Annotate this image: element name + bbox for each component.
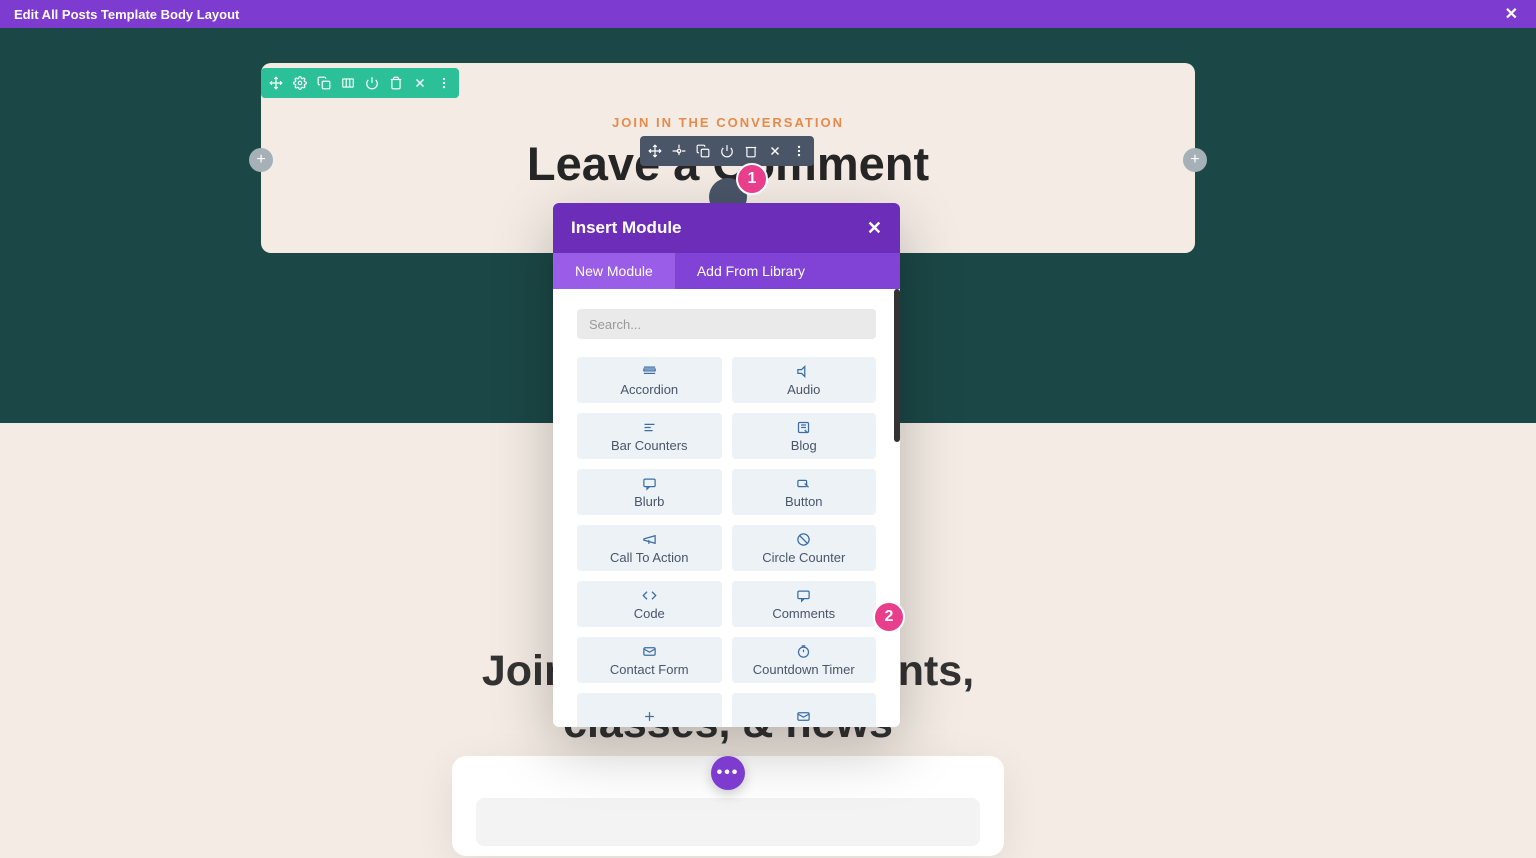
modal-title: Insert Module [571, 218, 682, 238]
newsletter-input-placeholder[interactable] [476, 798, 980, 846]
builder-fab-button[interactable]: ••• [711, 756, 745, 790]
move-icon[interactable] [644, 140, 666, 162]
add-section-left-button[interactable]: + [249, 148, 273, 172]
trash-icon[interactable] [385, 72, 407, 94]
module-contact-form[interactable]: Contact Form [577, 637, 722, 683]
page-title: Edit All Posts Template Body Layout [14, 7, 239, 22]
power-icon[interactable] [361, 72, 383, 94]
module-blurb[interactable]: Blurb [577, 469, 722, 515]
modal-scrollbar[interactable] [894, 289, 900, 442]
move-icon[interactable] [265, 72, 287, 94]
module-search-input[interactable] [577, 309, 876, 339]
trash-icon[interactable] [740, 140, 762, 162]
insert-module-modal: Insert Module ✕ New Module Add From Libr… [553, 203, 900, 727]
power-icon[interactable] [716, 140, 738, 162]
module-partial-2[interactable] [732, 693, 877, 727]
module-call-to-action[interactable]: Call To Action [577, 525, 722, 571]
module-grid: Accordion Audio Bar Counters Blog Blurb … [577, 357, 876, 727]
builder-canvas: JOIN IN THE CONVERSATION Leave a Comment… [0, 28, 1536, 858]
modal-body: Accordion Audio Bar Counters Blog Blurb … [553, 289, 900, 727]
modal-close-icon[interactable]: ✕ [867, 218, 882, 239]
tab-add-from-library[interactable]: Add From Library [675, 253, 827, 289]
duplicate-icon[interactable] [692, 140, 714, 162]
more-icon[interactable] [433, 72, 455, 94]
module-countdown-timer[interactable]: Countdown Timer [732, 637, 877, 683]
module-accordion[interactable]: Accordion [577, 357, 722, 403]
module-circle-counter[interactable]: Circle Counter [732, 525, 877, 571]
module-code[interactable]: Code [577, 581, 722, 627]
module-toolbar [640, 136, 814, 166]
section-toolbar [261, 68, 459, 98]
module-blog[interactable]: Blog [732, 413, 877, 459]
duplicate-icon[interactable] [313, 72, 335, 94]
modal-tabs: New Module Add From Library [553, 253, 900, 289]
close-icon[interactable] [764, 140, 786, 162]
annotation-badge-1: 1 [736, 163, 768, 195]
module-button[interactable]: Button [732, 469, 877, 515]
close-editor-icon[interactable]: ✕ [1501, 0, 1522, 28]
module-bar-counters[interactable]: Bar Counters [577, 413, 722, 459]
module-audio[interactable]: Audio [732, 357, 877, 403]
close-icon[interactable] [409, 72, 431, 94]
settings-gear-icon[interactable] [289, 72, 311, 94]
section-eyebrow: JOIN IN THE CONVERSATION [261, 115, 1195, 130]
add-section-right-button[interactable]: + [1183, 148, 1207, 172]
settings-gear-icon[interactable] [668, 140, 690, 162]
tab-new-module[interactable]: New Module [553, 253, 675, 289]
annotation-badge-2: 2 [873, 601, 905, 633]
module-comments[interactable]: Comments [732, 581, 877, 627]
module-partial-1[interactable] [577, 693, 722, 727]
editor-top-bar: Edit All Posts Template Body Layout ✕ [0, 0, 1536, 28]
more-icon[interactable] [788, 140, 810, 162]
ellipsis-icon: ••• [717, 765, 740, 781]
modal-header: Insert Module ✕ [553, 203, 900, 253]
columns-icon[interactable] [337, 72, 359, 94]
